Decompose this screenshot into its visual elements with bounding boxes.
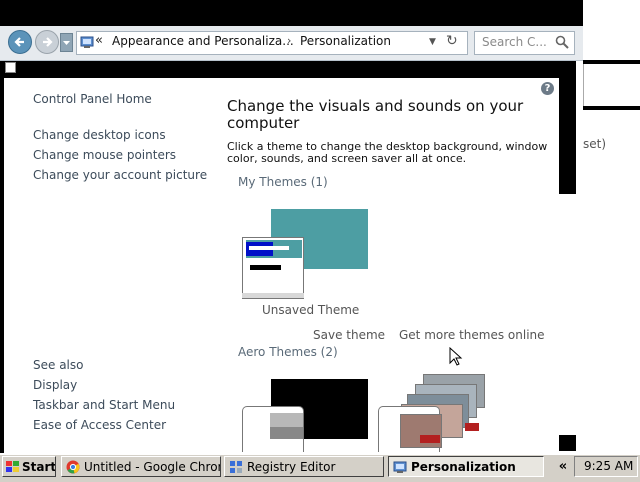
breadcrumb-personalization[interactable]: Personalization — [300, 34, 391, 48]
page-title: Change the visuals and sounds on your — [227, 97, 524, 115]
background-window-body — [583, 64, 640, 106]
regedit-icon — [229, 460, 243, 476]
see-also-heading: See also — [33, 358, 84, 372]
recent-pages-dropdown[interactable] — [60, 33, 73, 52]
ease-of-access-link[interactable]: Ease of Access Center — [33, 418, 166, 432]
page-title-line2: computer — [227, 114, 300, 132]
taskbar-item-personalization-label: Personalization — [411, 460, 516, 474]
scrollbar-arrow[interactable] — [559, 435, 576, 451]
aero-theme-tile-1[interactable] — [240, 377, 370, 452]
arrow-right-icon — [43, 37, 53, 47]
personalization-icon — [393, 460, 407, 476]
search-placeholder: Search C... — [482, 35, 547, 49]
unsaved-theme-tile[interactable] — [240, 207, 370, 300]
taskbar-start-menu-link[interactable]: Taskbar and Start Menu — [33, 398, 175, 412]
window-frame-right-edge — [576, 61, 583, 453]
refresh-icon[interactable]: ↻ — [446, 33, 458, 49]
theme-window-title-text — [249, 246, 289, 250]
display-link[interactable]: Display — [33, 378, 77, 392]
address-overflow-chevron[interactable]: « — [95, 33, 103, 48]
search-icon[interactable] — [555, 34, 569, 53]
breadcrumb-separator[interactable]: › — [287, 34, 291, 47]
taskbar-item-regedit-label: Registry Editor — [247, 460, 336, 474]
desktop-area — [583, 0, 640, 26]
my-themes-heading: My Themes (1) — [238, 175, 328, 189]
aero-themes-heading: Aero Themes (2) — [238, 345, 338, 359]
chevron-down-icon — [63, 41, 70, 45]
back-button[interactable] — [8, 30, 32, 54]
theme-window-base — [242, 293, 304, 298]
background-window-text: set) — [583, 137, 607, 151]
window-frame-top — [0, 61, 576, 78]
aero-theme-tile-2[interactable] — [376, 372, 498, 452]
aero-theme-2-accent — [420, 435, 440, 443]
top-black-band — [0, 0, 583, 26]
change-desktop-icons-link[interactable]: Change desktop icons — [33, 128, 166, 142]
control-panel-home-link[interactable]: Control Panel Home — [33, 92, 152, 106]
change-account-picture-link[interactable]: Change your account picture — [33, 168, 207, 182]
mouse-cursor-icon — [449, 346, 463, 371]
windows-logo-icon — [6, 461, 19, 476]
save-theme-link[interactable]: Save theme — [313, 328, 385, 342]
address-dropdown-icon[interactable]: ▼ — [429, 37, 436, 47]
taskbar-item-chrome[interactable]: Untitled - Google Chrome — [61, 456, 221, 477]
tray-expand-button[interactable]: « — [553, 456, 573, 477]
taskbar-item-registry-editor[interactable]: Registry Editor — [224, 456, 384, 477]
aero-theme-1-image-shade — [270, 427, 303, 439]
start-button[interactable]: Start — [2, 456, 56, 477]
get-more-themes-link[interactable]: Get more themes online — [399, 328, 545, 342]
theme-window-text — [250, 265, 281, 270]
taskbar-item-personalization[interactable]: Personalization — [388, 456, 544, 477]
control-panel-icon — [80, 34, 94, 53]
background-window[interactable] — [583, 60, 640, 110]
page-description-line2: color, sounds, and screen saver all at o… — [227, 152, 467, 165]
system-menu-icon[interactable] — [5, 62, 16, 73]
start-label: Start — [22, 460, 56, 474]
change-mouse-pointers-link[interactable]: Change mouse pointers — [33, 148, 176, 162]
scrollbar-thumb[interactable] — [559, 78, 576, 194]
aero-theme-2-accent-2 — [465, 423, 479, 431]
unsaved-theme-label[interactable]: Unsaved Theme — [262, 303, 359, 317]
arrow-left-icon — [14, 37, 24, 47]
taskbar-item-chrome-label: Untitled - Google Chrome — [84, 460, 220, 474]
chrome-icon — [66, 460, 80, 476]
forward-button[interactable] — [35, 30, 59, 54]
breadcrumb-appearance[interactable]: Appearance and Personaliza... — [112, 34, 294, 48]
clock[interactable]: 9:25 AM — [584, 459, 633, 473]
help-icon[interactable]: ? — [541, 82, 554, 95]
